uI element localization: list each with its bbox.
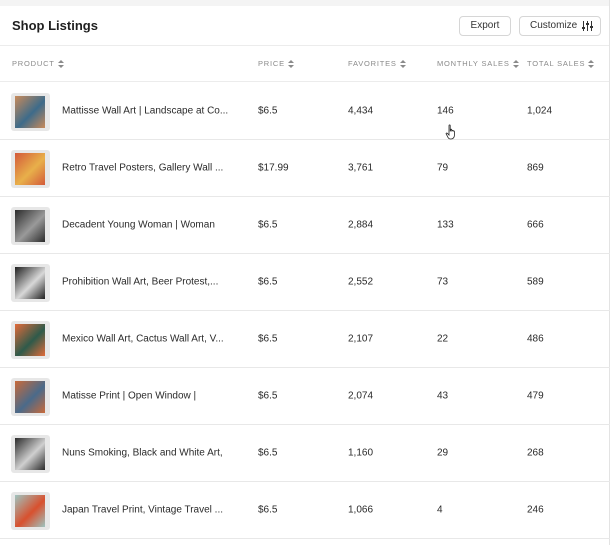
table-row[interactable]: Nuns Smoking, Black and White Art, $6.5 1,… [0,425,610,482]
price-cell: $6.5 [258,219,278,231]
price-cell: $6.5 [258,276,278,288]
product-thumbnail[interactable] [11,435,50,473]
product-image [15,267,45,299]
monthly-sales-cell: 4 [437,504,443,516]
favorites-cell: 1,066 [348,504,374,516]
customize-button[interactable]: Customize [519,15,601,36]
table-row[interactable]: Mexico Wall Art, Cactus Wall Art, V... $6… [0,311,610,368]
total-sales-cell: 589 [527,276,544,288]
table-row[interactable]: Mattisse Wall Art | Landscape at Co... $6… [0,83,610,140]
monthly-sales-cell: 22 [437,333,449,345]
table-row[interactable]: Japan Travel Print, Vintage Travel ... $6… [0,482,610,539]
column-header-monthly-sales[interactable]: MONTHLY SALES [437,59,519,68]
product-image [15,153,45,185]
product-name[interactable]: Mexico Wall Art, Cactus Wall Art, V... [62,334,224,345]
price-cell: $17.99 [258,162,289,174]
monthly-sales-cell: 146 [437,105,454,117]
product-image [15,495,45,527]
hand-pointer-icon [445,124,455,140]
total-sales-cell: 246 [527,504,544,516]
price-cell: $6.5 [258,333,278,345]
product-image [15,210,45,242]
export-button[interactable]: Export [459,15,511,36]
monthly-sales-cell: 133 [437,219,454,231]
product-image [15,96,45,128]
column-header-label: PRODUCT [12,59,55,68]
column-header-label: PRICE [258,59,285,68]
total-sales-cell: 486 [527,333,544,345]
monthly-sales-cell: 73 [437,276,449,288]
price-cell: $6.5 [258,390,278,402]
column-header-label: FAVORITES [348,59,397,68]
product-thumbnail[interactable] [11,321,50,359]
price-cell: $6.5 [258,504,278,516]
customize-label: Customize [530,20,578,31]
sort-icon [399,59,406,68]
product-image [15,381,45,413]
favorites-cell: 2,552 [348,276,374,288]
product-thumbnail[interactable] [11,207,50,245]
column-header-label: TOTAL SALES [527,59,586,68]
total-sales-cell: 869 [527,162,544,174]
column-header-total-sales[interactable]: TOTAL SALES [527,59,595,68]
price-cell: $6.5 [258,447,278,459]
sort-icon [287,59,294,68]
total-sales-cell: 479 [527,390,544,402]
table-header: PRODUCT PRICE FAVORITES MONTHLY SALES TO… [0,46,609,82]
favorites-cell: 3,761 [348,162,374,174]
product-name[interactable]: Retro Travel Posters, Gallery Wall ... [62,163,223,174]
product-thumbnail[interactable] [11,492,50,530]
favorites-cell: 4,434 [348,105,374,117]
product-thumbnail[interactable] [11,93,50,131]
monthly-sales-cell: 43 [437,390,449,402]
product-name[interactable]: Prohibition Wall Art, Beer Protest,... [62,277,218,288]
monthly-sales-cell: 79 [437,162,449,174]
sliders-icon [581,20,594,31]
product-thumbnail[interactable] [11,378,50,416]
product-name[interactable]: Matisse Print | Open Window | [62,391,196,402]
product-image [15,324,45,356]
table-row[interactable]: Matisse Print | Open Window | $6.5 2,074 43… [0,368,610,425]
product-thumbnail[interactable] [11,150,50,188]
product-thumbnail[interactable] [11,264,50,302]
sort-icon [588,59,595,68]
column-header-product[interactable]: PRODUCT [12,59,64,68]
monthly-sales-cell: 29 [437,447,449,459]
column-header-price[interactable]: PRICE [258,59,294,68]
total-sales-cell: 1,024 [527,105,553,117]
table-row[interactable]: Prohibition Wall Art, Beer Protest,... $6… [0,254,610,311]
panel-header: Shop Listings Export Customize [0,6,609,46]
column-header-favorites[interactable]: FAVORITES [348,59,406,68]
total-sales-cell: 666 [527,219,544,231]
product-name[interactable]: Mattisse Wall Art | Landscape at Co... [62,106,228,117]
sort-icon [57,59,64,68]
product-name[interactable]: Japan Travel Print, Vintage Travel ... [62,505,223,516]
column-header-label: MONTHLY SALES [437,59,510,68]
total-sales-cell: 268 [527,447,544,459]
favorites-cell: 2,074 [348,390,374,402]
sort-icon [512,59,519,68]
favorites-cell: 2,107 [348,333,374,345]
page-title: Shop Listings [12,18,98,33]
product-name[interactable]: Decadent Young Woman | Woman [62,220,215,231]
shop-listings-panel: Shop Listings Export Customize PRODUCT P… [0,0,610,545]
favorites-cell: 2,884 [348,219,374,231]
table-row[interactable]: Retro Travel Posters, Gallery Wall ... $1… [0,140,610,197]
table-row[interactable]: Decadent Young Woman | Woman $6.5 2,884 133… [0,197,610,254]
product-image [15,438,45,470]
favorites-cell: 1,160 [348,447,374,459]
product-name[interactable]: Nuns Smoking, Black and White Art, [62,448,223,459]
price-cell: $6.5 [258,105,278,117]
